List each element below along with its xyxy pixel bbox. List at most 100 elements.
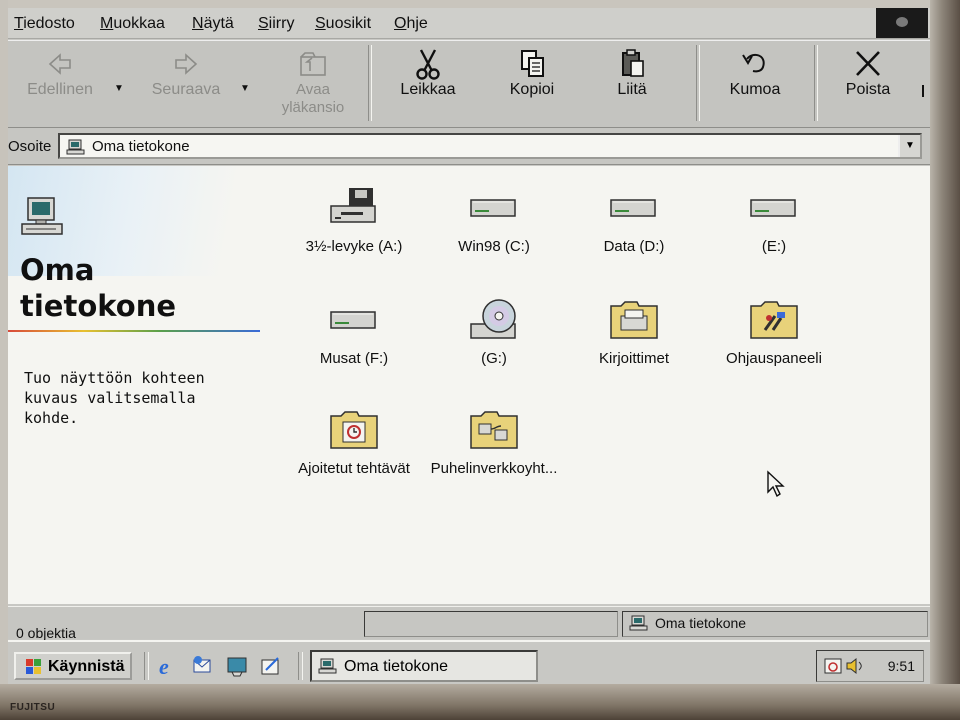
status-location-cell: Oma tietokone (622, 611, 928, 637)
drive-c-label: Win98 (C:) (458, 238, 530, 255)
internet-explorer-icon[interactable]: e (156, 654, 182, 678)
clock: 9:51 (887, 658, 915, 674)
page-title: Oma tietokone (20, 252, 176, 324)
cut-button[interactable]: Leikkaa (382, 47, 474, 123)
address-dropdown-button[interactable]: ▼ (898, 135, 920, 157)
drive-f-label: Musat (F:) (319, 350, 389, 367)
delete-button[interactable]: Poista (826, 47, 910, 123)
x-delete-icon (856, 51, 880, 76)
folder-up-icon (300, 52, 326, 76)
dialup-networking-item[interactable]: Puhelinverkkoyht... (424, 402, 564, 477)
scheduler-tray-icon[interactable] (823, 656, 845, 676)
printers-item[interactable]: Kirjoittimet (564, 292, 704, 367)
cut-label: Leikkaa (400, 81, 456, 98)
taskbar-separator (298, 652, 303, 680)
status-object-count-cell: 0 objektia (8, 611, 360, 641)
drive-c-item[interactable]: Win98 (C:) (424, 180, 564, 255)
back-button[interactable]: Edellinen (14, 47, 106, 123)
undo-button[interactable]: Kumoa (710, 47, 800, 123)
undo-label: Kumoa (729, 81, 781, 98)
menu-edit-label: uokkaa (113, 15, 165, 32)
status-middle-cell (364, 611, 618, 637)
monitor-bezel-bottom (0, 684, 960, 720)
taskbar-separator (144, 652, 149, 680)
rainbow-divider (8, 330, 260, 332)
taskbar-window-label: Oma tietokone (344, 658, 449, 675)
hard-drive-icon (750, 199, 796, 217)
toolbar-separator (368, 45, 372, 121)
taskbar-window-button[interactable]: Oma tietokone (310, 650, 538, 682)
drive-g-item[interactable]: (G:) (424, 292, 564, 367)
menu-favorites[interactable]: Suosikit (315, 15, 371, 33)
control-panel-label: Ohjauspaneeli (726, 350, 822, 367)
menu-favorites-mnemonic: S (315, 15, 326, 32)
volume-icon[interactable] (845, 656, 867, 676)
forward-button[interactable]: Seuraava (138, 47, 234, 123)
my-computer-icon (21, 197, 63, 235)
toolbar-overflow-marker (922, 85, 924, 97)
my-computer-small-icon (66, 139, 85, 155)
drive-d-item[interactable]: Data (D:) (564, 180, 704, 255)
system-tray: 9:51 (816, 650, 924, 682)
menu-favorites-label: uosikit (325, 15, 372, 32)
monitor-bezel-left (0, 0, 8, 720)
drive-g-label: (G:) (481, 350, 507, 367)
channels-icon[interactable] (258, 654, 284, 678)
drive-a-item[interactable]: 3½-levyke (A:) (284, 180, 424, 255)
menu-view[interactable]: Näytä (192, 15, 234, 33)
toolbar-separator (814, 45, 818, 121)
show-desktop-icon[interactable] (224, 654, 250, 678)
start-button[interactable]: Käynnistä (14, 652, 132, 680)
outlook-express-icon[interactable] (190, 654, 216, 678)
control-panel-item[interactable]: Ohjauspaneeli (704, 292, 844, 367)
toolbar-separator (696, 45, 700, 121)
folder-view: Oma tietokone Tuo näyttöön kohteen kuvau… (8, 166, 930, 604)
up-folder-button[interactable]: Avaa yläkansio (270, 47, 356, 123)
webview-info-pane: Oma tietokone Tuo näyttöön kohteen kuvau… (8, 166, 278, 604)
menu-go[interactable]: Siirry (258, 15, 294, 33)
drive-f-item[interactable]: Musat (F:) (284, 292, 424, 367)
menu-view-mnemonic: N (192, 15, 204, 32)
printers-label: Kirjoittimet (598, 350, 669, 367)
menu-file[interactable]: Tiedosto (14, 15, 75, 33)
menu-edit-mnemonic: M (100, 15, 114, 32)
clipboard-icon (622, 49, 644, 77)
back-label: Edellinen (27, 81, 93, 98)
arrow-left-icon (48, 53, 71, 75)
my-computer-small-icon (318, 658, 337, 674)
menu-edit[interactable]: Muokkaa (100, 15, 165, 33)
drive-e-item[interactable]: (E:) (704, 180, 844, 255)
address-field[interactable]: Oma tietokone ▼ (58, 133, 922, 159)
paste-label: Liitä (617, 81, 647, 98)
dialup-networking-label: Puhelinverkkoyht... (430, 460, 558, 477)
menu-help[interactable]: Ohje (394, 15, 428, 33)
copy-label: Kopioi (509, 81, 555, 98)
scheduled-tasks-item[interactable]: Ajoitetut tehtävät (284, 402, 424, 477)
undo-icon (742, 53, 765, 73)
back-dropdown-arrow[interactable]: ▼ (114, 83, 124, 94)
hard-drive-icon (610, 199, 656, 217)
scissors-icon (416, 49, 440, 80)
control-panel-folder-icon (750, 301, 798, 339)
copy-button[interactable]: Kopioi (486, 47, 578, 123)
status-object-count: 0 objektia (16, 625, 76, 641)
copy-icon (521, 50, 544, 77)
drive-a-label: 3½-levyke (A:) (305, 238, 403, 255)
paste-button[interactable]: Liitä (592, 47, 672, 123)
status-bar: 0 objektia Oma tietokone (8, 606, 930, 641)
status-location: Oma tietokone (655, 615, 747, 631)
menu-go-label: iirry (268, 15, 295, 32)
arrow-right-icon (175, 53, 198, 75)
menu-help-label: hje (406, 15, 428, 32)
mouse-cursor-icon (767, 470, 785, 498)
monitor-brand-logo: FUJITSU (10, 702, 56, 713)
printers-folder-icon (610, 301, 658, 339)
dialup-folder-icon (470, 411, 518, 449)
drive-e-label: (E:) (761, 238, 787, 255)
hard-drive-icon (470, 199, 516, 217)
page-title-line2: tietokone (20, 289, 177, 323)
forward-dropdown-arrow[interactable]: ▼ (240, 83, 250, 94)
up-label-line2: yläkansio (281, 99, 345, 116)
menu-bar: Tiedosto Muokkaa Näytä Siirry Suosikit O… (8, 8, 930, 39)
screen: Tiedosto Muokkaa Näytä Siirry Suosikit O… (8, 8, 930, 684)
